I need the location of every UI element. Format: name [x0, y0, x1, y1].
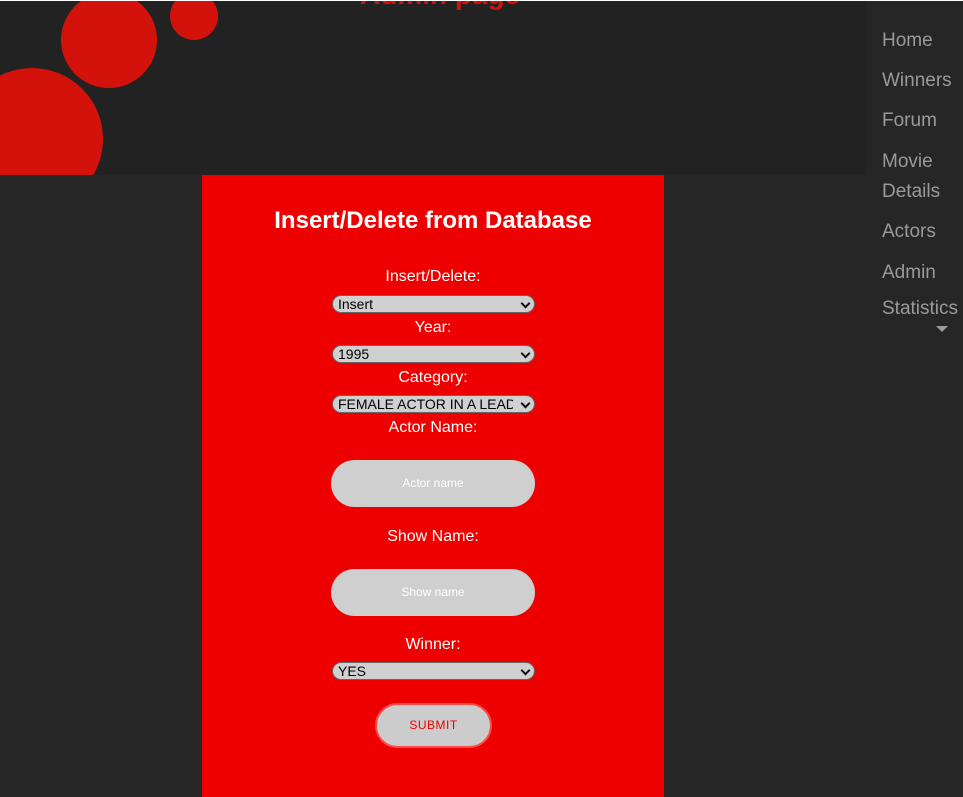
nav-item-actors[interactable]: Actors [882, 217, 962, 247]
show-name-input[interactable]: Show name [331, 569, 535, 616]
action-label: Insert/Delete: [385, 268, 481, 285]
caret-down-icon[interactable] [936, 326, 948, 332]
category-label: Category: [398, 369, 468, 386]
chevron-down-icon [520, 298, 531, 309]
winner-select[interactable]: YES [332, 662, 535, 680]
category-select[interactable]: FEMALE ACTOR IN A LEADING ROLE [332, 395, 535, 413]
year-label: Year: [414, 319, 452, 336]
category-select-value: FEMALE ACTOR IN A LEADING ROLE [338, 396, 513, 412]
year-select[interactable]: 1995 [332, 345, 535, 363]
actor-name-label: Actor Name: [388, 419, 478, 436]
actor-name-input[interactable]: Actor name [331, 460, 535, 507]
form-heading: Insert/Delete from Database [274, 207, 592, 234]
winner-select-value: YES [338, 663, 367, 679]
insert-delete-form: Insert/Delete from Database Insert/Delet… [202, 175, 664, 797]
nav-item-winners[interactable]: Winners [882, 66, 962, 96]
decorative-circle-medium [61, 1, 157, 88]
chevron-down-icon [520, 665, 531, 676]
nav-item-statistics[interactable]: Statistics [882, 294, 963, 324]
nav-item-home[interactable]: Home [882, 26, 962, 56]
page-title: Admin page [360, 1, 520, 11]
decorative-circle-large [0, 68, 103, 175]
year-select-value: 1995 [338, 346, 370, 362]
submit-button[interactable]: SUBMIT [375, 703, 492, 748]
chevron-down-icon [520, 348, 531, 359]
action-select[interactable]: Insert [332, 295, 535, 313]
chevron-down-icon [520, 398, 531, 409]
decorative-circle-small [170, 1, 218, 40]
side-nav: Home Winners Forum Movie Details Actors … [867, 1, 963, 341]
action-select-value: Insert [338, 296, 374, 312]
nav-item-forum[interactable]: Forum [882, 106, 962, 136]
header-banner: Admin page [0, 1, 867, 175]
nav-item-admin[interactable]: Admin [882, 258, 962, 288]
winner-label: Winner: [405, 636, 461, 653]
show-name-label: Show Name: [387, 528, 479, 545]
nav-item-movie-details[interactable]: Movie Details [882, 147, 962, 207]
